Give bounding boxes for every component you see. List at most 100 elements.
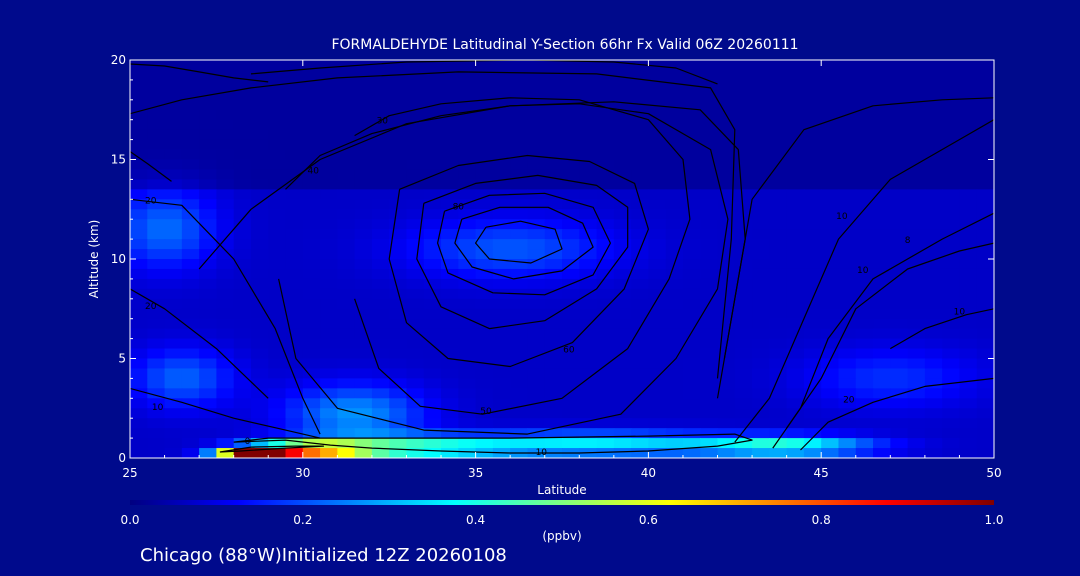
heatmap-cell [164,79,183,91]
heatmap-cell [700,398,719,409]
heatmap-cell [665,418,684,429]
heatmap-cell [337,169,356,180]
heatmap-cell [164,338,183,350]
heatmap-cell [700,368,719,379]
heatmap-cell [250,288,269,300]
heatmap-cell [907,338,926,350]
heatmap-cell [665,129,684,141]
heatmap-cell [268,239,287,250]
heatmap-cell [873,229,891,240]
heatmap-cell [130,219,148,230]
heatmap-cell [873,308,891,320]
heatmap-cell [199,69,217,81]
heatmap-cell [285,259,304,270]
heatmap-cell [458,119,477,131]
heatmap-cell [285,129,304,141]
heatmap-cell [942,268,961,280]
heatmap-cell [164,378,183,389]
heatmap-cell [147,239,166,250]
heatmap-cell [389,278,408,290]
heatmap-cell [907,388,926,399]
heatmap-cell [855,308,874,320]
heatmap-cell [475,60,494,71]
heatmap-cell [717,328,736,340]
heatmap-cell [752,298,770,310]
heatmap-cell [354,149,373,161]
heatmap-cell [613,159,632,171]
heatmap-cell [268,278,287,290]
heatmap-cell [441,328,459,340]
heatmap-cell [631,288,649,300]
heatmap-cell [199,268,217,280]
heatmap-cell [596,388,615,399]
heatmap-cell [199,378,217,389]
heatmap-cell [596,418,615,429]
heatmap-cell [752,438,770,449]
heatmap-cell [959,229,978,240]
heatmap-cell [268,179,287,190]
heatmap-cell [959,398,978,409]
heatmap-cell [734,338,753,350]
heatmap-cell [907,438,926,449]
heatmap-cell [562,358,580,370]
heatmap-cell [924,199,943,210]
heatmap-cell [959,418,978,429]
heatmap-cell [337,129,356,141]
heatmap-cell [268,408,287,419]
heatmap-cell [700,60,719,71]
heatmap-cell [268,259,287,270]
heatmap-cell [873,368,891,379]
heatmap-cell [544,109,563,121]
heatmap-cell [371,328,390,340]
heatmap-cell [233,338,252,350]
heatmap-cell [406,149,425,161]
heatmap-cell [250,278,269,290]
heatmap-cell [423,129,442,141]
heatmap-cell [613,219,632,230]
heatmap-cell [855,278,874,290]
heatmap-cell [510,418,529,429]
heatmap-cell [250,209,269,220]
heatmap-cell [320,328,338,340]
heatmap-cell [371,378,390,389]
heatmap-cell [164,249,183,260]
heatmap-cell [942,278,961,290]
heatmap-cell [752,60,770,71]
heatmap-cell [769,408,788,419]
heatmap-cell [907,348,926,360]
heatmap-cell [769,278,788,290]
colorbar-ticks: 0.0 0.2 0.4 0.6 0.8 1.0 [120,513,1003,527]
heatmap-cell [354,109,373,121]
heatmap-cell [803,69,822,81]
heatmap-cell [700,428,719,439]
heatmap-cell [924,308,943,320]
heatmap-cell [890,398,909,409]
contour-label: 60 [563,346,575,356]
heatmap-cell [648,139,667,151]
heatmap-cell [164,69,183,81]
heatmap-cell [250,109,269,121]
heatmap-cell [371,169,390,180]
heatmap-cell [371,338,390,350]
heatmap-cell [544,199,563,210]
heatmap-cell [976,149,994,161]
heatmap-cell [337,69,356,81]
heatmap-cell [976,249,994,260]
heatmap-cell [855,129,874,141]
heatmap-cell [302,278,321,290]
heatmap-cell [389,368,408,379]
heatmap-cell [216,378,235,389]
heatmap-cell [613,388,632,399]
heatmap-cell [233,199,252,210]
heatmap-cell [924,259,943,270]
heatmap-cell [268,199,287,210]
heatmap-cell [682,448,701,458]
heatmap-cell [492,388,511,399]
heatmap-cell [199,149,217,161]
heatmap-cell [181,229,200,240]
heatmap-cell [285,338,304,350]
heatmap-cell [942,109,961,121]
heatmap-cell [752,318,770,330]
heatmap-cell [147,328,166,340]
heatmap-cell [510,179,529,190]
